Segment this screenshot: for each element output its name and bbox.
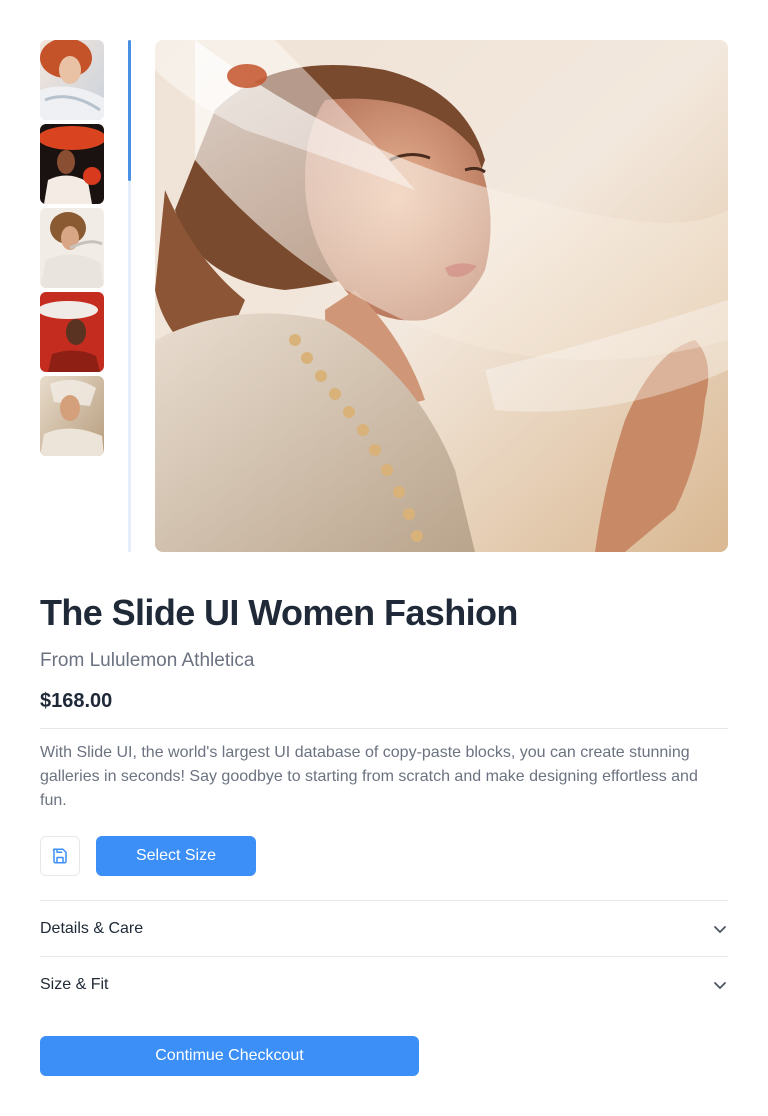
thumbnail-image-5 xyxy=(40,376,104,456)
thumbnail-list xyxy=(40,40,104,460)
thumbnail-2[interactable] xyxy=(40,124,104,204)
thumbnail-3[interactable] xyxy=(40,208,104,288)
main-product-image xyxy=(155,40,728,552)
accordion-size-fit[interactable]: Size & Fit xyxy=(40,957,728,1013)
product-gallery xyxy=(40,40,728,552)
product-brand: From Lululemon Athletica xyxy=(40,650,255,671)
thumbnail-5[interactable] xyxy=(40,376,104,456)
product-title: The Slide UI Women Fashion xyxy=(40,592,518,633)
accordion-label: Size & Fit xyxy=(40,976,109,993)
checkout-button[interactable]: Contimue Checkcout xyxy=(40,1036,419,1076)
chevron-down-icon xyxy=(714,982,726,989)
save-icon xyxy=(52,848,67,864)
thumbnail-1[interactable] xyxy=(40,40,104,120)
accordion-label: Details & Care xyxy=(40,920,144,937)
main-image-art xyxy=(155,40,728,552)
product-price: $168.00 xyxy=(40,690,113,712)
thumbnail-4[interactable] xyxy=(40,292,104,372)
divider xyxy=(40,728,728,729)
thumbnail-image-2 xyxy=(40,124,104,204)
thumbnail-image-4 xyxy=(40,292,104,372)
accordion-details-care[interactable]: Details & Care xyxy=(40,901,728,957)
save-button[interactable] xyxy=(40,836,80,876)
thumbnail-image-3 xyxy=(40,208,104,288)
thumbnail-scroll-indicator[interactable] xyxy=(128,40,131,181)
thumbnail-image-1 xyxy=(40,40,104,120)
chevron-down-icon xyxy=(714,926,726,933)
select-size-button[interactable]: Select Size xyxy=(96,836,256,876)
thumbnail-scroll-track[interactable] xyxy=(128,40,131,552)
product-description: With Slide UI, the world's largest UI da… xyxy=(40,744,698,809)
